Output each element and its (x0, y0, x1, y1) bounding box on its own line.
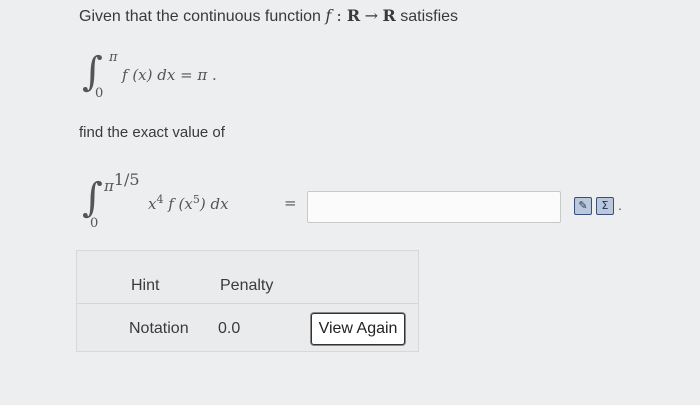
intro-suffix: satisfies (400, 8, 459, 25)
target-upper-limit: π1/5 (104, 170, 140, 195)
upper-exponent: 1/5 (113, 170, 140, 189)
hint-header: Hint (131, 277, 160, 294)
notation-hint-label: Notation (129, 320, 189, 337)
arrow-symbol: → (364, 6, 379, 25)
codomain-symbol: R (382, 6, 396, 25)
given-lower-limit: 0 (95, 86, 104, 101)
equals-sign: = (284, 194, 297, 212)
view-again-button[interactable]: View Again (311, 313, 405, 345)
trailing-dot: . (618, 197, 622, 213)
find-text: find the exact value of (79, 124, 225, 141)
table-divider (77, 303, 418, 304)
given-upper-limit: π (109, 50, 118, 65)
sum-editor-icon[interactable]: Σ (596, 197, 614, 215)
colon: : (331, 6, 347, 25)
integrand-f: f (x (163, 195, 193, 213)
preview-icon[interactable]: ✎ (574, 197, 592, 215)
target-lower-limit: 0 (90, 216, 99, 231)
target-integral: ∫ π1/5 0 x4 f (x5) dx = (82, 168, 304, 231)
x5-exponent: 5 (192, 193, 200, 206)
hint-table: Hint Penalty Notation 0.0 View Again (76, 250, 419, 352)
given-integral: ∫ π 0 f (x) dx = π . (82, 50, 332, 102)
integrand-rest: ) dx (199, 195, 229, 213)
upper-base: π (104, 177, 114, 195)
given-integrand: f (x) dx = π . (122, 66, 217, 84)
penalty-header: Penalty (220, 277, 274, 294)
notation-penalty-value: 0.0 (218, 320, 241, 337)
answer-input[interactable] (307, 191, 561, 223)
integral-sign: ∫ (82, 175, 103, 221)
target-integrand: x4 f (x5) dx (148, 193, 229, 213)
intro-text: Given that the continuous function (79, 8, 321, 25)
domain-symbol: R (346, 6, 361, 25)
problem-intro: Given that the continuous function f : R… (79, 6, 458, 26)
